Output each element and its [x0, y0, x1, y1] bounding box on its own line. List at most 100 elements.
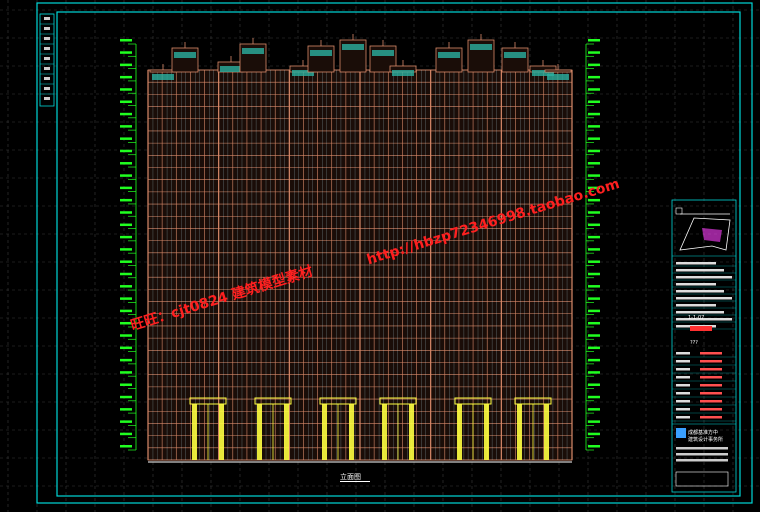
key-plan-highlight: [702, 228, 722, 242]
level-label: [588, 383, 600, 386]
strip-text: [44, 97, 50, 100]
tb-row-text: [676, 384, 690, 387]
roof-canopy: [372, 50, 394, 56]
company-info-text: [676, 447, 728, 450]
roof-canopy: [438, 52, 460, 58]
tb-row-text: [676, 262, 716, 265]
tb-row-text: [676, 376, 690, 379]
level-label: [588, 149, 600, 153]
level-label: [120, 432, 132, 436]
tb-row-value: [700, 408, 722, 411]
level-label: [120, 395, 132, 399]
tb-row-value: [700, 384, 722, 387]
tb-row-text: [676, 276, 732, 279]
tb-row-text: [676, 360, 690, 363]
level-label: [588, 297, 600, 300]
podium-column: [382, 404, 387, 460]
level-label: [120, 137, 132, 140]
roof-crown: [544, 69, 572, 73]
tb-row-text: [676, 304, 716, 307]
company-name-2: 建筑设计事务所: [688, 436, 723, 443]
roof-canopy: [220, 66, 242, 72]
level-label: [120, 75, 132, 79]
level-label: [588, 211, 600, 214]
level-label: [120, 383, 132, 386]
podium-column: [192, 404, 197, 460]
level-label: [588, 346, 600, 350]
level-label: [588, 248, 600, 251]
level-label: [120, 297, 132, 300]
level-label: [120, 88, 132, 91]
level-label: [588, 100, 600, 104]
tb-row-text: [676, 352, 690, 355]
roof-canopy: [152, 74, 174, 80]
level-label: [588, 420, 600, 423]
roof-canopy: [242, 48, 264, 54]
north-symbol: [675, 207, 683, 215]
strip-text: [44, 57, 50, 60]
tb-red-label: [690, 326, 712, 331]
tb-row-text: [676, 392, 690, 395]
level-label: [588, 112, 600, 116]
podium-column: [544, 404, 549, 460]
level-label: [120, 309, 132, 313]
podium-column: [349, 404, 354, 460]
level-label: [588, 235, 600, 239]
level-label: [120, 39, 132, 42]
level-label: [588, 445, 600, 448]
tb-row-value: [700, 360, 722, 363]
tb-row-text: [676, 408, 690, 411]
roof-canopy: [504, 52, 526, 58]
level-label: [588, 321, 600, 325]
company-logo: [676, 428, 686, 438]
level-label: [588, 371, 600, 374]
level-label: [588, 408, 600, 411]
tb-row-text: [676, 283, 716, 286]
strip-text: [44, 47, 50, 50]
tb-row-text: [676, 290, 724, 293]
company-info-text: [676, 453, 728, 456]
roof-canopy: [174, 52, 196, 58]
level-label: [120, 63, 132, 67]
level-label: [588, 432, 600, 436]
strip-text: [44, 27, 50, 30]
level-label: [120, 408, 132, 411]
podium-column: [409, 404, 414, 460]
level-label: [120, 358, 132, 362]
roof-canopy: [470, 44, 492, 50]
level-label: [588, 174, 600, 177]
tb-row-value: [700, 392, 722, 395]
roof-crown: [435, 47, 463, 73]
tb-row-value: [700, 352, 722, 355]
level-label: [588, 162, 600, 165]
level-label: [588, 223, 600, 227]
roof-crown: [307, 45, 335, 73]
tb-row-text: [676, 400, 690, 403]
tb-row-text: [676, 297, 732, 300]
podium-column: [257, 404, 262, 460]
level-label: [120, 174, 132, 177]
level-label: [120, 100, 132, 104]
level-label: [120, 149, 132, 153]
tb-row-text: [676, 416, 690, 419]
level-label: [120, 198, 132, 202]
tb-row-text: [676, 269, 724, 272]
building-elevation: [147, 34, 573, 461]
tb-row-value: [700, 368, 722, 371]
level-label: [120, 223, 132, 227]
level-label: [120, 260, 132, 263]
roof-canopy: [342, 44, 364, 50]
level-label: [120, 272, 132, 276]
strip-text: [44, 87, 50, 90]
strip-text: [44, 77, 50, 80]
level-label: [588, 51, 600, 54]
level-label: [120, 186, 132, 190]
tb-stamp-box: [675, 471, 729, 487]
company-info-text: [676, 459, 728, 462]
level-label: [120, 112, 132, 116]
level-label: [120, 162, 132, 165]
podium-column: [484, 404, 489, 460]
level-label: [588, 272, 600, 276]
level-label: [588, 309, 600, 313]
level-label: [120, 371, 132, 374]
